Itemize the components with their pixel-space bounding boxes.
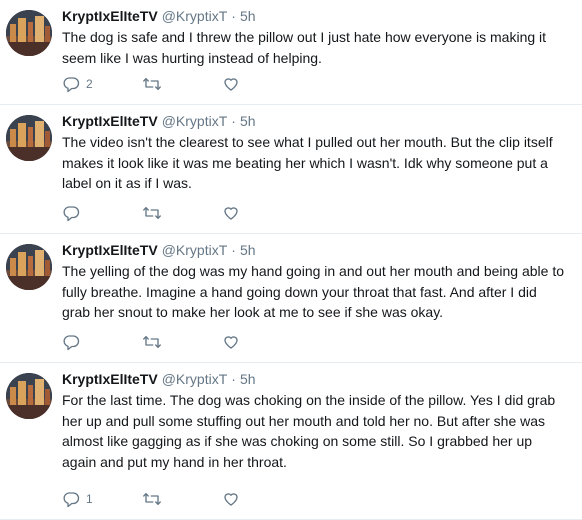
retweet-button[interactable] (142, 490, 222, 508)
reply-button[interactable] (62, 204, 142, 222)
tweet[interactable]: KryptIxElIteTV @KryptixT · 5h The dog is… (0, 0, 582, 105)
separator: · (231, 8, 236, 24)
retweet-icon (143, 207, 161, 219)
timestamp[interactable]: 5h (240, 242, 256, 258)
handle[interactable]: @KryptixT (162, 371, 228, 387)
tweet-actions: 1 (62, 489, 246, 509)
like-button[interactable] (222, 333, 246, 351)
retweet-icon (143, 493, 161, 505)
reply-count: 1 (86, 492, 93, 506)
separator: · (231, 371, 236, 387)
tweet-feed: KryptIxElIteTV @KryptixT · 5h The dog is… (0, 0, 582, 520)
avatar[interactable] (6, 373, 52, 419)
tweet-actions (62, 332, 246, 352)
avatar[interactable] (6, 244, 52, 290)
tweet[interactable]: KryptIxElIteTV @KryptixT · 5h The video … (0, 105, 582, 234)
tweet-header: KryptIxElIteTV @KryptixT · 5h (62, 242, 568, 260)
tweet-text: The yelling of the dog was my hand going… (62, 263, 565, 320)
timestamp[interactable]: 5h (240, 8, 256, 24)
handle[interactable]: @KryptixT (162, 242, 228, 258)
reply-button[interactable]: 1 (62, 490, 142, 508)
handle[interactable]: @KryptixT (162, 8, 228, 24)
display-name[interactable]: KryptIxElIteTV (62, 8, 158, 24)
reply-icon (63, 206, 80, 222)
tweet-header: KryptIxElIteTV @KryptixT · 5h (62, 371, 568, 389)
tweet[interactable]: KryptIxElIteTV @KryptixT · 5h The yellin… (0, 234, 582, 363)
heart-icon (224, 493, 238, 506)
retweet-icon (143, 78, 161, 90)
handle[interactable]: @KryptixT (162, 113, 228, 129)
reply-count: 2 (86, 77, 93, 91)
tweet-text: The dog is safe and I threw the pillow o… (62, 29, 547, 66)
reply-icon (63, 77, 80, 93)
reply-icon (63, 492, 80, 508)
tweet-actions (62, 203, 246, 223)
timestamp[interactable]: 5h (240, 371, 256, 387)
like-button[interactable] (222, 75, 246, 93)
like-button[interactable] (222, 204, 246, 222)
avatar[interactable] (6, 115, 52, 161)
retweet-button[interactable] (142, 204, 222, 222)
tweet-text: The video isn't the clearest to see what… (62, 134, 553, 191)
retweet-icon (143, 336, 161, 348)
avatar-image (6, 373, 52, 419)
avatar-image (6, 10, 52, 56)
display-name[interactable]: KryptIxElIteTV (62, 113, 158, 129)
like-button[interactable] (222, 490, 246, 508)
display-name[interactable]: KryptIxElIteTV (62, 242, 158, 258)
reply-button[interactable]: 2 (62, 75, 142, 93)
separator: · (231, 242, 236, 258)
tweet[interactable]: KryptIxElIteTV @KryptixT · 5h For the la… (0, 363, 582, 520)
avatar[interactable] (6, 10, 52, 56)
reply-icon (63, 335, 80, 351)
separator: · (231, 113, 236, 129)
heart-icon (224, 207, 238, 220)
avatar-image (6, 244, 52, 290)
tweet-actions: 2 (62, 74, 246, 94)
retweet-button[interactable] (142, 333, 222, 351)
heart-icon (224, 78, 238, 91)
avatar-image (6, 115, 52, 161)
timestamp[interactable]: 5h (240, 113, 256, 129)
reply-button[interactable] (62, 333, 142, 351)
retweet-button[interactable] (142, 75, 222, 93)
tweet-header: KryptIxElIteTV @KryptixT · 5h (62, 113, 568, 131)
tweet-text: For the last time. The dog was choking o… (62, 392, 556, 470)
heart-icon (224, 336, 238, 349)
display-name[interactable]: KryptIxElIteTV (62, 371, 158, 387)
tweet-header: KryptIxElIteTV @KryptixT · 5h (62, 8, 568, 26)
